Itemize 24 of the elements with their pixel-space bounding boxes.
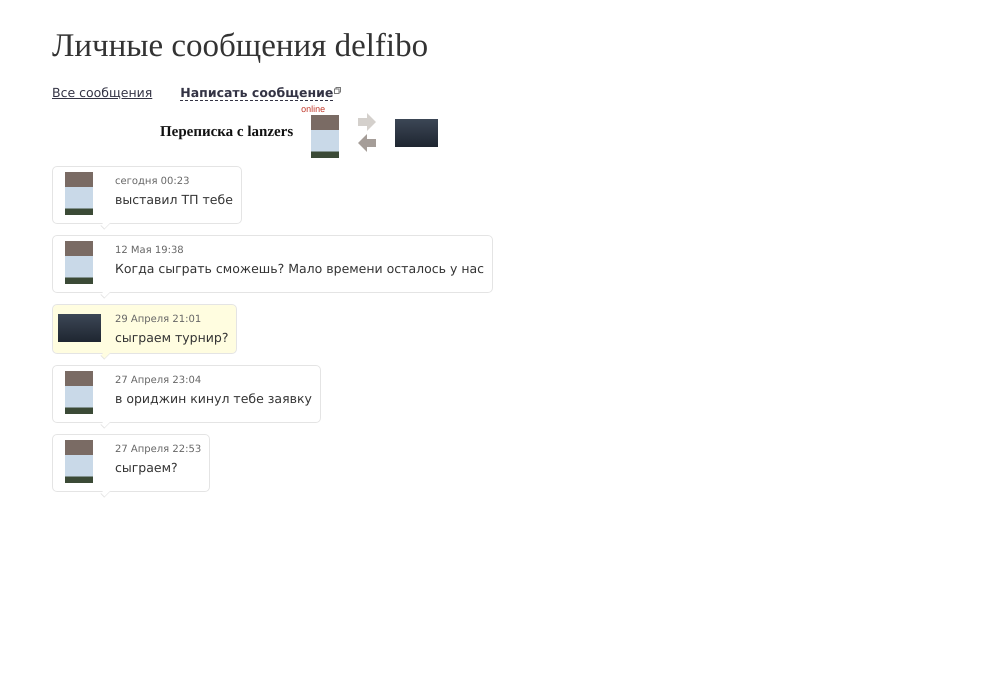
popup-icon [334,87,342,94]
message-time: 29 Апреля 21:01 [115,314,202,325]
photo-placeholder [65,241,93,284]
message-text: Когда сыграть сможешь? Мало времени осталось у нас [115,261,484,276]
photo-placeholder [65,371,93,414]
exchange-arrows-icon [357,112,378,152]
message-text: сыграем турнир? [115,330,228,345]
message-time: 12 Мая 19:38 [115,245,185,256]
photo-placeholder [395,118,438,146]
message-time: сегодня 00:23 [115,176,190,187]
message-text: сыграем? [115,460,179,475]
photo-placeholder [65,440,93,483]
photo-placeholder [58,314,101,342]
photo-placeholder [311,115,340,158]
online-status: online [301,104,326,114]
message-time: 27 Апреля 23:04 [115,375,202,386]
write-message-link[interactable]: Написать сообщение [180,85,334,101]
photo-placeholder [65,172,93,215]
page-title: Личные сообщения delfibo [52,28,430,65]
conversation-title: Переписка с lanzers [160,124,294,141]
all-messages-link[interactable]: Все сообщения [52,85,152,100]
message-time: 27 Апреля 22:53 [115,444,202,455]
message-text: выставил ТП тебе [115,192,233,207]
message-text: в ориджин кинул тебе заявку [115,391,312,406]
